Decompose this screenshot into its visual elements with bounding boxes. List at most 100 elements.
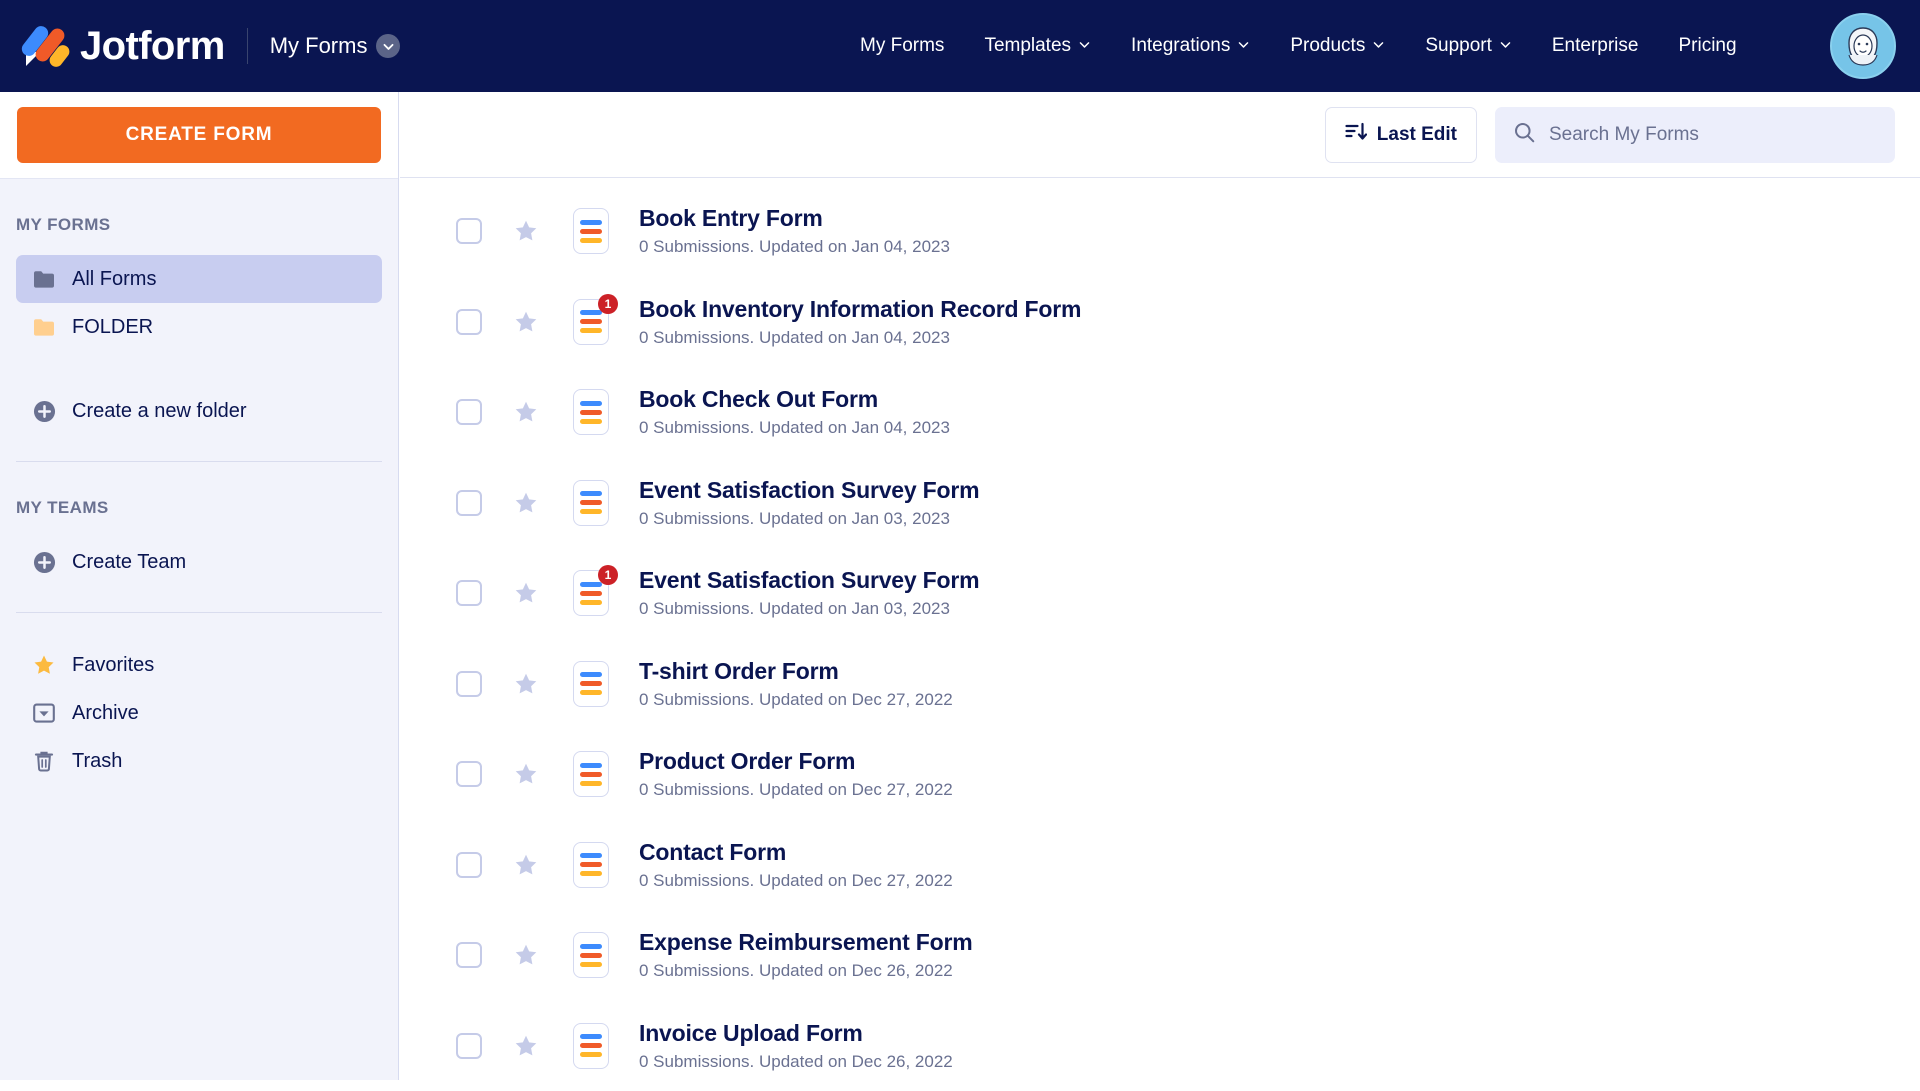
nav-products[interactable]: Products — [1270, 35, 1405, 57]
form-title-link[interactable]: Product Order Form — [639, 748, 953, 775]
sidebar-item-label: Trash — [72, 750, 122, 773]
sidebar-heading-my-teams: MY TEAMS — [0, 498, 398, 518]
sidebar-divider — [16, 612, 382, 613]
sidebar-item-label: Create a new folder — [72, 400, 247, 423]
table-row[interactable]: 1 Book Inventory Information Record Form 0… — [400, 277, 1920, 368]
star-icon — [32, 653, 56, 677]
nav-integrations[interactable]: Integrations — [1111, 35, 1270, 57]
row-checkbox[interactable] — [456, 942, 482, 968]
sort-label: Last Edit — [1377, 124, 1457, 146]
chevron-down-icon — [1372, 35, 1385, 57]
search-icon — [1514, 122, 1535, 148]
table-row[interactable]: Book Entry Form0 Submissions. Updated on… — [400, 186, 1920, 277]
brand-area[interactable]: Jotform — [24, 23, 225, 69]
table-row[interactable]: Expense Reimbursement Form 0 Submissions.… — [400, 910, 1920, 1001]
workspace-switcher[interactable]: My Forms — [270, 33, 401, 59]
nav-label: Templates — [984, 35, 1071, 57]
form-title-link[interactable]: Invoice Upload Form — [639, 1020, 953, 1047]
chevron-down-icon — [1078, 35, 1091, 57]
chevron-down-icon — [1499, 35, 1512, 57]
notification-badge: 1 — [598, 294, 618, 314]
row-checkbox[interactable] — [456, 399, 482, 425]
nav-pricing[interactable]: Pricing — [1658, 35, 1756, 57]
table-row[interactable]: 1Event Satisfaction Survey Form0 Submiss… — [400, 548, 1920, 639]
sidebar-item-folder[interactable]: FOLDER — [16, 303, 382, 351]
form-type-icon — [573, 841, 616, 889]
favorite-star-icon[interactable] — [513, 218, 539, 244]
nav-enterprise[interactable]: Enterprise — [1532, 35, 1659, 57]
sort-last-edit-button[interactable]: Last Edit — [1325, 107, 1477, 163]
form-type-icon — [573, 660, 616, 708]
form-type-icon — [573, 931, 616, 979]
table-row[interactable]: Book Check Out Form 0 Submissions. Update… — [400, 367, 1920, 458]
sidebar-item-all-forms[interactable]: All Forms — [16, 255, 382, 303]
content-area: Last Edit Book Entry Form0 Submissions. … — [400, 92, 1920, 1080]
row-checkbox[interactable] — [456, 1033, 482, 1059]
form-title-link[interactable]: Book Entry Form — [639, 205, 950, 232]
nav-label: Pricing — [1678, 35, 1736, 57]
favorite-star-icon[interactable] — [513, 309, 539, 335]
form-meta-text: 0 Submissions. Updated on Jan 04, 2023 — [639, 418, 950, 438]
row-checkbox[interactable] — [456, 852, 482, 878]
favorite-star-icon[interactable] — [513, 399, 539, 425]
favorite-star-icon[interactable] — [513, 671, 539, 697]
form-title-link[interactable]: Book Inventory Information Record Form — [639, 296, 1081, 323]
form-title-link[interactable]: Contact Form — [639, 839, 953, 866]
create-form-button[interactable]: CREATE FORM — [17, 107, 381, 163]
form-meta-text: 0 Submissions. Updated on Dec 26, 2022 — [639, 961, 973, 981]
favorite-star-icon[interactable] — [513, 490, 539, 516]
table-row[interactable]: Event Satisfaction Survey Form 0 Submissi… — [400, 458, 1920, 549]
form-type-icon: 1 — [573, 569, 616, 617]
favorite-star-icon[interactable] — [513, 852, 539, 878]
folder-icon — [32, 267, 56, 291]
user-avatar[interactable] — [1830, 13, 1896, 79]
brand-name: Jotform — [80, 24, 225, 69]
nav-label: Enterprise — [1552, 35, 1639, 57]
nav-label: My Forms — [860, 35, 944, 57]
form-title-link[interactable]: Event Satisfaction Survey Form — [639, 477, 979, 504]
row-checkbox[interactable] — [456, 671, 482, 697]
nav-my-forms[interactable]: My Forms — [840, 35, 964, 57]
form-title-link[interactable]: Expense Reimbursement Form — [639, 929, 973, 956]
sidebar-create-team[interactable]: Create Team — [16, 538, 382, 586]
form-title-link[interactable]: T-shirt Order Form — [639, 658, 953, 685]
row-checkbox[interactable] — [456, 218, 482, 244]
sidebar: CREATE FORM MY FORMS All Forms FOLDER Cr… — [0, 92, 399, 1080]
form-title-link[interactable]: Event Satisfaction Survey Form — [639, 567, 979, 594]
form-title-link[interactable]: Book Check Out Form — [639, 386, 950, 413]
table-row[interactable]: T-shirt Order Form 0 Submissions. Updated… — [400, 639, 1920, 730]
form-type-icon — [573, 1022, 616, 1070]
table-row[interactable]: Contact Form0 Submissions. Updated on De… — [400, 820, 1920, 911]
form-type-icon — [573, 479, 616, 527]
list-toolbar: Last Edit — [400, 92, 1920, 178]
favorite-star-icon[interactable] — [513, 1033, 539, 1059]
nav-label: Integrations — [1131, 35, 1230, 57]
form-meta-text: 0 Submissions. Updated on Dec 26, 2022 — [639, 1052, 953, 1072]
row-checkbox[interactable] — [456, 309, 482, 335]
search-my-forms-box[interactable] — [1495, 107, 1895, 163]
row-checkbox[interactable] — [456, 490, 482, 516]
nav-templates[interactable]: Templates — [964, 35, 1111, 57]
sidebar-item-favorites[interactable]: Favorites — [16, 641, 382, 689]
form-meta-text: 0 Submissions. Updated on Jan 04, 2023 — [639, 328, 1081, 348]
favorite-star-icon[interactable] — [513, 580, 539, 606]
folder-icon — [32, 315, 56, 339]
sidebar-item-archive[interactable]: Archive — [16, 689, 382, 737]
sidebar-create-new-folder[interactable]: Create a new folder — [16, 387, 382, 435]
form-type-icon: 1 — [573, 298, 616, 346]
row-checkbox[interactable] — [456, 761, 482, 787]
chevron-down-icon — [376, 34, 400, 58]
favorite-star-icon[interactable] — [513, 761, 539, 787]
nav-support[interactable]: Support — [1405, 35, 1532, 57]
sidebar-item-trash[interactable]: Trash — [16, 737, 382, 785]
archive-icon — [32, 701, 56, 725]
form-type-icon — [573, 207, 616, 255]
search-input[interactable] — [1549, 124, 1876, 146]
table-row[interactable]: Product Order Form0 Submissions. Updated… — [400, 729, 1920, 820]
table-row[interactable]: Invoice Upload Form 0 Submissions. Update… — [400, 1001, 1920, 1091]
row-checkbox[interactable] — [456, 580, 482, 606]
sidebar-item-label: Create Team — [72, 551, 186, 574]
favorite-star-icon[interactable] — [513, 942, 539, 968]
form-meta-text: 0 Submissions. Updated on Jan 03, 2023 — [639, 509, 979, 529]
form-meta-text: 0 Submissions. Updated on Dec 27, 2022 — [639, 690, 953, 710]
